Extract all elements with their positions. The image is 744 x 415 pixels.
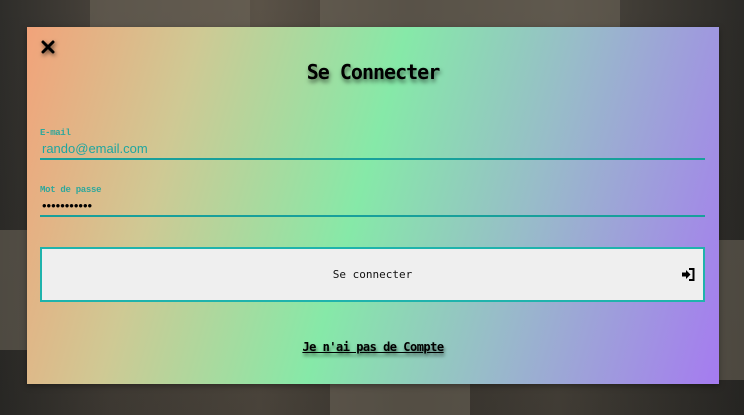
login-button[interactable]: Se connecter <box>40 247 705 302</box>
sign-in-icon <box>681 268 695 282</box>
login-modal: Se Connecter E-mail Mot de passe Se conn… <box>27 27 719 384</box>
password-field-group: Mot de passe <box>40 185 705 217</box>
login-button-label: Se connecter <box>332 268 413 281</box>
password-label: Mot de passe <box>40 185 102 195</box>
email-input[interactable] <box>40 138 705 160</box>
no-account-link[interactable]: Je n'ai pas de Compte <box>27 340 719 354</box>
password-input[interactable] <box>40 195 705 217</box>
email-label: E-mail <box>40 128 71 138</box>
close-button[interactable] <box>39 38 57 56</box>
close-icon <box>41 40 55 54</box>
email-field-group: E-mail <box>40 128 705 160</box>
modal-title: Se Connecter <box>306 60 441 84</box>
